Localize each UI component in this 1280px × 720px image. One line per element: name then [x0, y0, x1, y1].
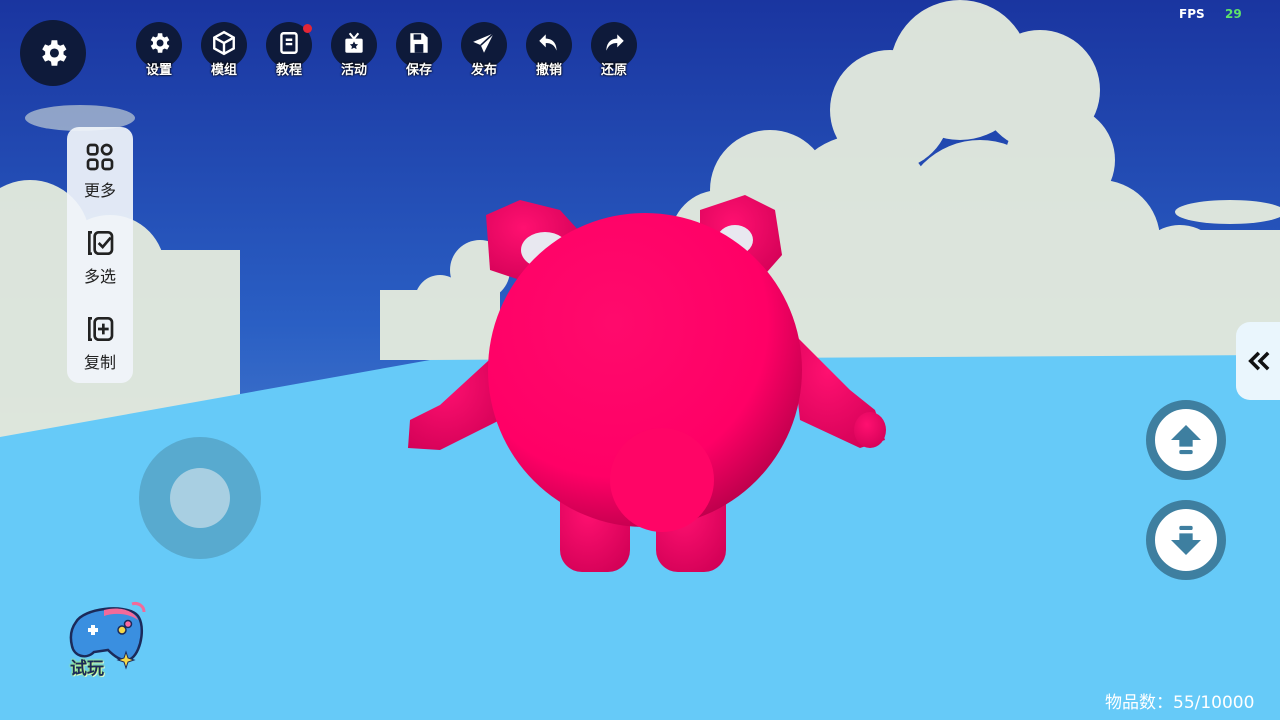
toolbar-tutorial-button[interactable]: 教程 — [265, 22, 313, 78]
gear-icon — [42, 40, 67, 66]
undo-icon — [539, 34, 557, 51]
double-chevron-left-icon — [1248, 351, 1270, 371]
toolbar-label: 教程 — [275, 63, 302, 78]
toolbar-label: 发布 — [470, 63, 497, 78]
try-play-label: 试玩 — [70, 659, 104, 679]
try-play-button[interactable]: 试玩 — [64, 600, 148, 680]
fps-label: FPS — [1179, 7, 1205, 21]
paper-plane-icon — [473, 32, 495, 53]
arrow-up-icon — [1171, 425, 1201, 455]
toolbar-label: 模组 — [210, 63, 237, 78]
copy-button[interactable]: 复制 — [67, 313, 133, 373]
joystick-knob[interactable] — [170, 468, 230, 528]
redo-icon — [606, 34, 624, 51]
game-viewport[interactable] — [0, 0, 1280, 720]
movement-joystick[interactable] — [139, 437, 261, 559]
toolbar-label: 活动 — [340, 63, 367, 78]
fly-up-button[interactable] — [1146, 400, 1226, 480]
save-icon — [410, 33, 428, 53]
grid-icon — [86, 143, 114, 171]
toolbar-label: 设置 — [145, 63, 172, 78]
toolbar-undo-button[interactable]: 撤销 — [525, 22, 573, 78]
notification-badge — [303, 24, 312, 33]
top-toolbar: 设置 模组 教程 活动 保存 发布 撤销 还原 — [135, 22, 655, 78]
book-icon — [280, 32, 298, 54]
toolbar-events-button[interactable]: 活动 — [330, 22, 378, 78]
main-settings-button[interactable] — [20, 20, 86, 86]
toolbar-label: 还原 — [600, 63, 627, 78]
copy-label: 复制 — [83, 353, 116, 372]
toolbar-label: 保存 — [405, 63, 432, 78]
toolbar-mods-button[interactable]: 模组 — [200, 22, 248, 78]
left-tool-panel: 更多 多选 复制 — [67, 127, 133, 383]
item-count: 物品数：55/10000 — [1105, 693, 1255, 713]
toolbar-label: 撤销 — [535, 63, 562, 78]
multi-select-icon — [88, 231, 114, 255]
toolbar-save-button[interactable]: 保存 — [395, 22, 443, 78]
toolbar-redo-button[interactable]: 还原 — [590, 22, 638, 78]
copy-add-icon — [88, 317, 114, 341]
toolbar-settings-button[interactable]: 设置 — [135, 22, 183, 78]
gift-icon — [345, 32, 363, 53]
multi-select-label: 多选 — [83, 267, 116, 286]
fly-down-button[interactable] — [1146, 500, 1226, 580]
multi-select-button[interactable]: 多选 — [67, 227, 133, 287]
more-label: 更多 — [83, 181, 116, 200]
gear-icon — [150, 33, 170, 53]
arrow-down-icon — [1171, 525, 1201, 555]
cube-icon — [213, 30, 235, 56]
more-button[interactable]: 更多 — [67, 141, 133, 201]
fps-value: 29 — [1225, 7, 1242, 21]
toolbar-publish-button[interactable]: 发布 — [460, 22, 508, 78]
collapse-panel-button[interactable] — [1236, 322, 1280, 400]
